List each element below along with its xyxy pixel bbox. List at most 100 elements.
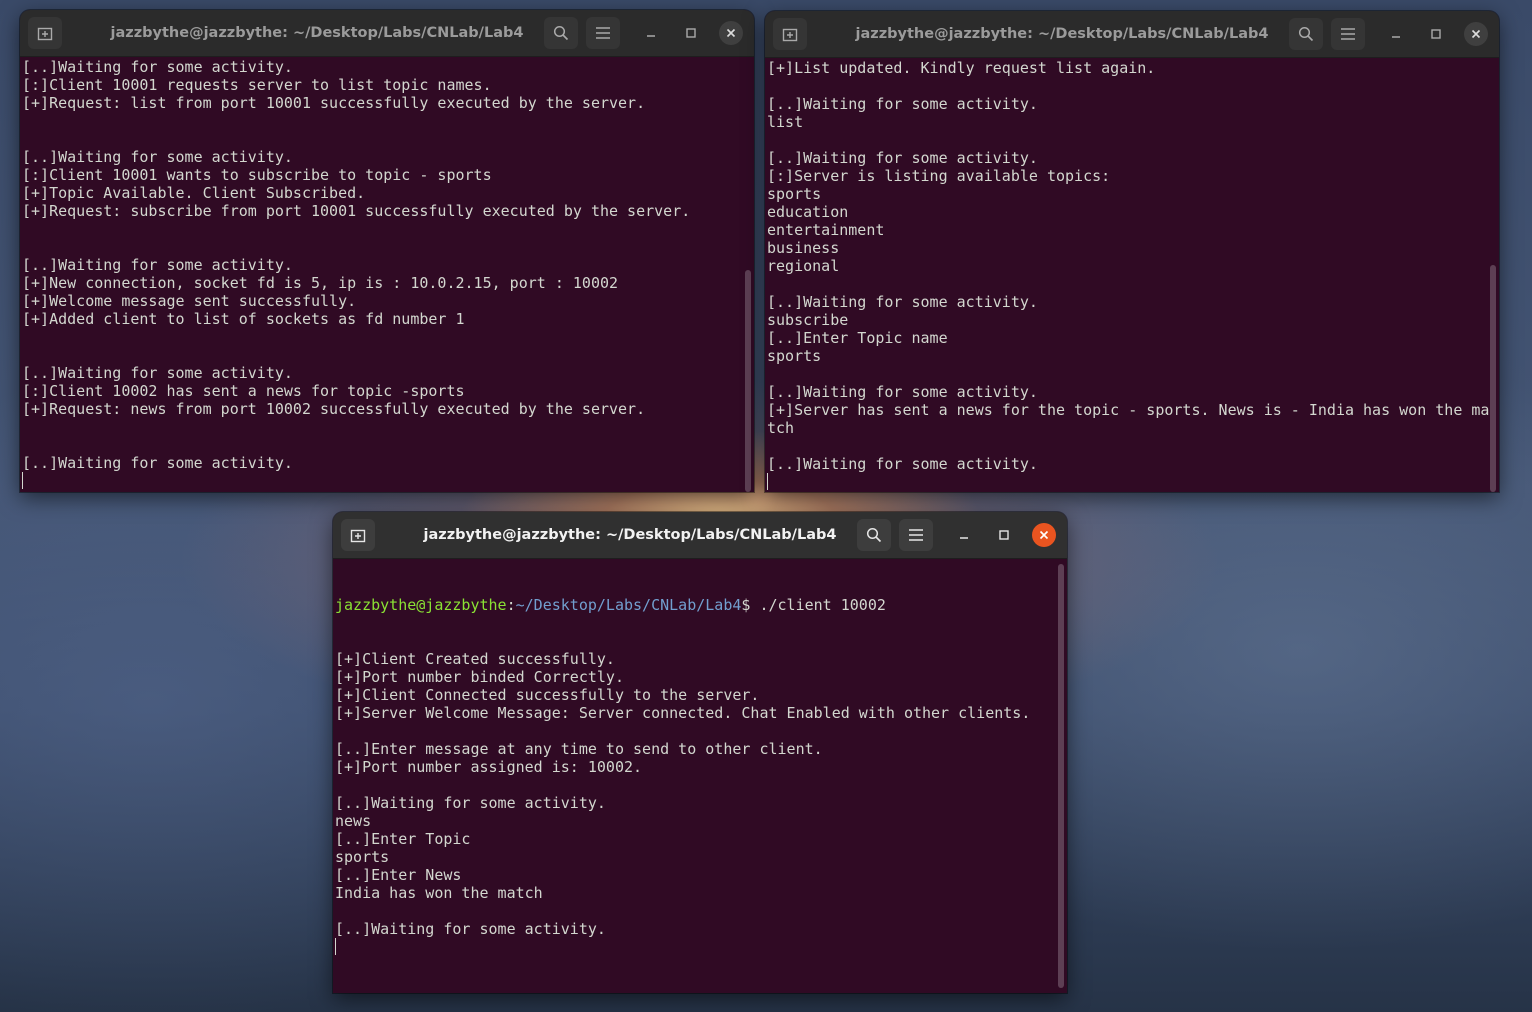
new-tab-icon [37, 27, 53, 41]
terminal-line: [+]Port number binded Correctly. [335, 668, 624, 686]
menu-button[interactable] [899, 519, 933, 551]
terminal-line: business [767, 239, 840, 257]
terminal-line: entertainment [767, 221, 885, 239]
minimize-icon [1392, 36, 1400, 38]
terminal-line: sports [767, 185, 822, 203]
titlebar[interactable]: jazzbythe@jazzbythe: ~/Desktop/Labs/CNLa… [333, 512, 1067, 559]
search-icon [1298, 26, 1314, 42]
terminal-line: [..]Waiting for some activity. [335, 920, 606, 938]
terminal-line: news [335, 812, 372, 830]
prompt-path: ~/Desktop/Labs/CNLab/Lab4 [515, 596, 742, 614]
search-button[interactable] [857, 519, 891, 551]
terminal-line: [:]Client 10001 requests server to list … [22, 76, 492, 94]
maximize-button[interactable] [679, 21, 703, 45]
minimize-icon [960, 537, 968, 539]
terminal-line: [..]Enter Topic [335, 830, 471, 848]
titlebar[interactable]: jazzbythe@jazzbythe: ~/Desktop/Labs/CNLa… [765, 11, 1499, 58]
terminal-line: [+]Server has sent a news for the topic … [767, 401, 1490, 419]
maximize-icon [1431, 29, 1441, 39]
minimize-button[interactable] [952, 523, 976, 547]
terminal-line: [:]Server is listing available topics: [767, 167, 1111, 185]
prompt-command: $ ./client 10002 [741, 596, 886, 614]
maximize-button[interactable] [992, 523, 1016, 547]
terminal-line: [+]List updated. Kindly request list aga… [767, 59, 1156, 77]
terminal-line: [..]Enter Topic name [767, 329, 948, 347]
terminal-line: [+]Topic Available. Client Subscribed. [22, 184, 366, 202]
terminal-line: [+]Client Connected successfully to the … [335, 686, 760, 704]
terminal-line: [..]Waiting for some activity. [22, 454, 293, 472]
terminal-line: [+]Request: list from port 10001 success… [22, 94, 646, 112]
hamburger-menu-icon [909, 529, 923, 541]
maximize-button[interactable] [1424, 22, 1448, 46]
terminal-line: regional [767, 257, 840, 275]
hamburger-menu-icon [596, 27, 610, 39]
client-10001-terminal-window[interactable]: jazzbythe@jazzbythe: ~/Desktop/Labs/CNLa… [765, 11, 1499, 492]
terminal-line: [..]Enter News [335, 866, 462, 884]
scrollbar[interactable] [1490, 265, 1496, 492]
text-cursor [767, 473, 768, 490]
menu-button[interactable] [586, 17, 620, 49]
new-tab-button[interactable] [28, 17, 62, 49]
terminal-line: India has won the match [335, 884, 543, 902]
maximize-icon [686, 28, 696, 38]
prompt-separator: : [506, 596, 516, 614]
terminal-line: [..]Enter message at any time to send to… [335, 740, 823, 758]
terminal-output[interactable]: [..]Waiting for some activity. [:]Client … [20, 57, 754, 492]
window-title: jazzbythe@jazzbythe: ~/Desktop/Labs/CNLa… [423, 527, 837, 543]
cursor-line [22, 472, 754, 490]
command-prompt-line: jazzbythe@jazzbythe:~/Desktop/Labs/CNLab… [335, 596, 1067, 614]
text-cursor [335, 938, 336, 955]
terminal-line: education [767, 203, 849, 221]
menu-button[interactable] [1331, 18, 1365, 50]
terminal-line: [..]Waiting for some activity. [22, 364, 293, 382]
search-button[interactable] [1289, 18, 1323, 50]
new-tab-button[interactable] [341, 519, 375, 551]
terminal-line: list [767, 113, 804, 131]
terminal-line: [..]Waiting for some activity. [22, 148, 293, 166]
terminal-line: [..]Waiting for some activity. [767, 293, 1038, 311]
titlebar[interactable]: jazzbythe@jazzbythe: ~/Desktop/Labs/CNLa… [20, 10, 754, 57]
scrollbar[interactable] [1058, 564, 1064, 988]
terminal-line: [+]Welcome message sent successfully. [22, 292, 357, 310]
terminal-line: [+]Request: news from port 10002 success… [22, 400, 646, 418]
new-tab-icon [782, 28, 798, 42]
terminal-line: sports [767, 347, 822, 365]
terminal-output[interactable]: [+]List updated. Kindly request list aga… [765, 58, 1499, 492]
search-button[interactable] [544, 17, 578, 49]
client-10002-terminal-window[interactable]: jazzbythe@jazzbythe: ~/Desktop/Labs/CNLa… [333, 512, 1067, 993]
terminal-line: [..]Waiting for some activity. [767, 95, 1038, 113]
window-title: jazzbythe@jazzbythe: ~/Desktop/Labs/CNLa… [110, 25, 524, 41]
terminal-output[interactable]: jazzbythe@jazzbythe:~/Desktop/Labs/CNLab… [333, 559, 1067, 993]
terminal-line: sports [335, 848, 390, 866]
search-icon [553, 25, 569, 41]
minimize-button[interactable] [1384, 22, 1408, 46]
minimize-button[interactable] [639, 21, 663, 45]
terminal-line: [..]Waiting for some activity. [767, 149, 1038, 167]
close-button[interactable] [1464, 22, 1488, 46]
terminal-line: [..]Waiting for some activity. [767, 455, 1038, 473]
server-terminal-window[interactable]: jazzbythe@jazzbythe: ~/Desktop/Labs/CNLa… [20, 10, 754, 492]
close-button[interactable] [719, 21, 743, 45]
close-icon [1039, 530, 1049, 540]
prompt-user: jazzbythe@jazzbythe [335, 596, 507, 614]
close-icon [1471, 29, 1481, 39]
terminal-line: [+]Client Created successfully. [335, 650, 615, 668]
new-tab-button[interactable] [773, 18, 807, 50]
terminal-line: [..]Waiting for some activity. [22, 58, 293, 76]
terminal-line: [+]New connection, socket fd is 5, ip is… [22, 274, 619, 292]
scrollbar[interactable] [745, 270, 751, 492]
close-button[interactable] [1032, 523, 1056, 547]
